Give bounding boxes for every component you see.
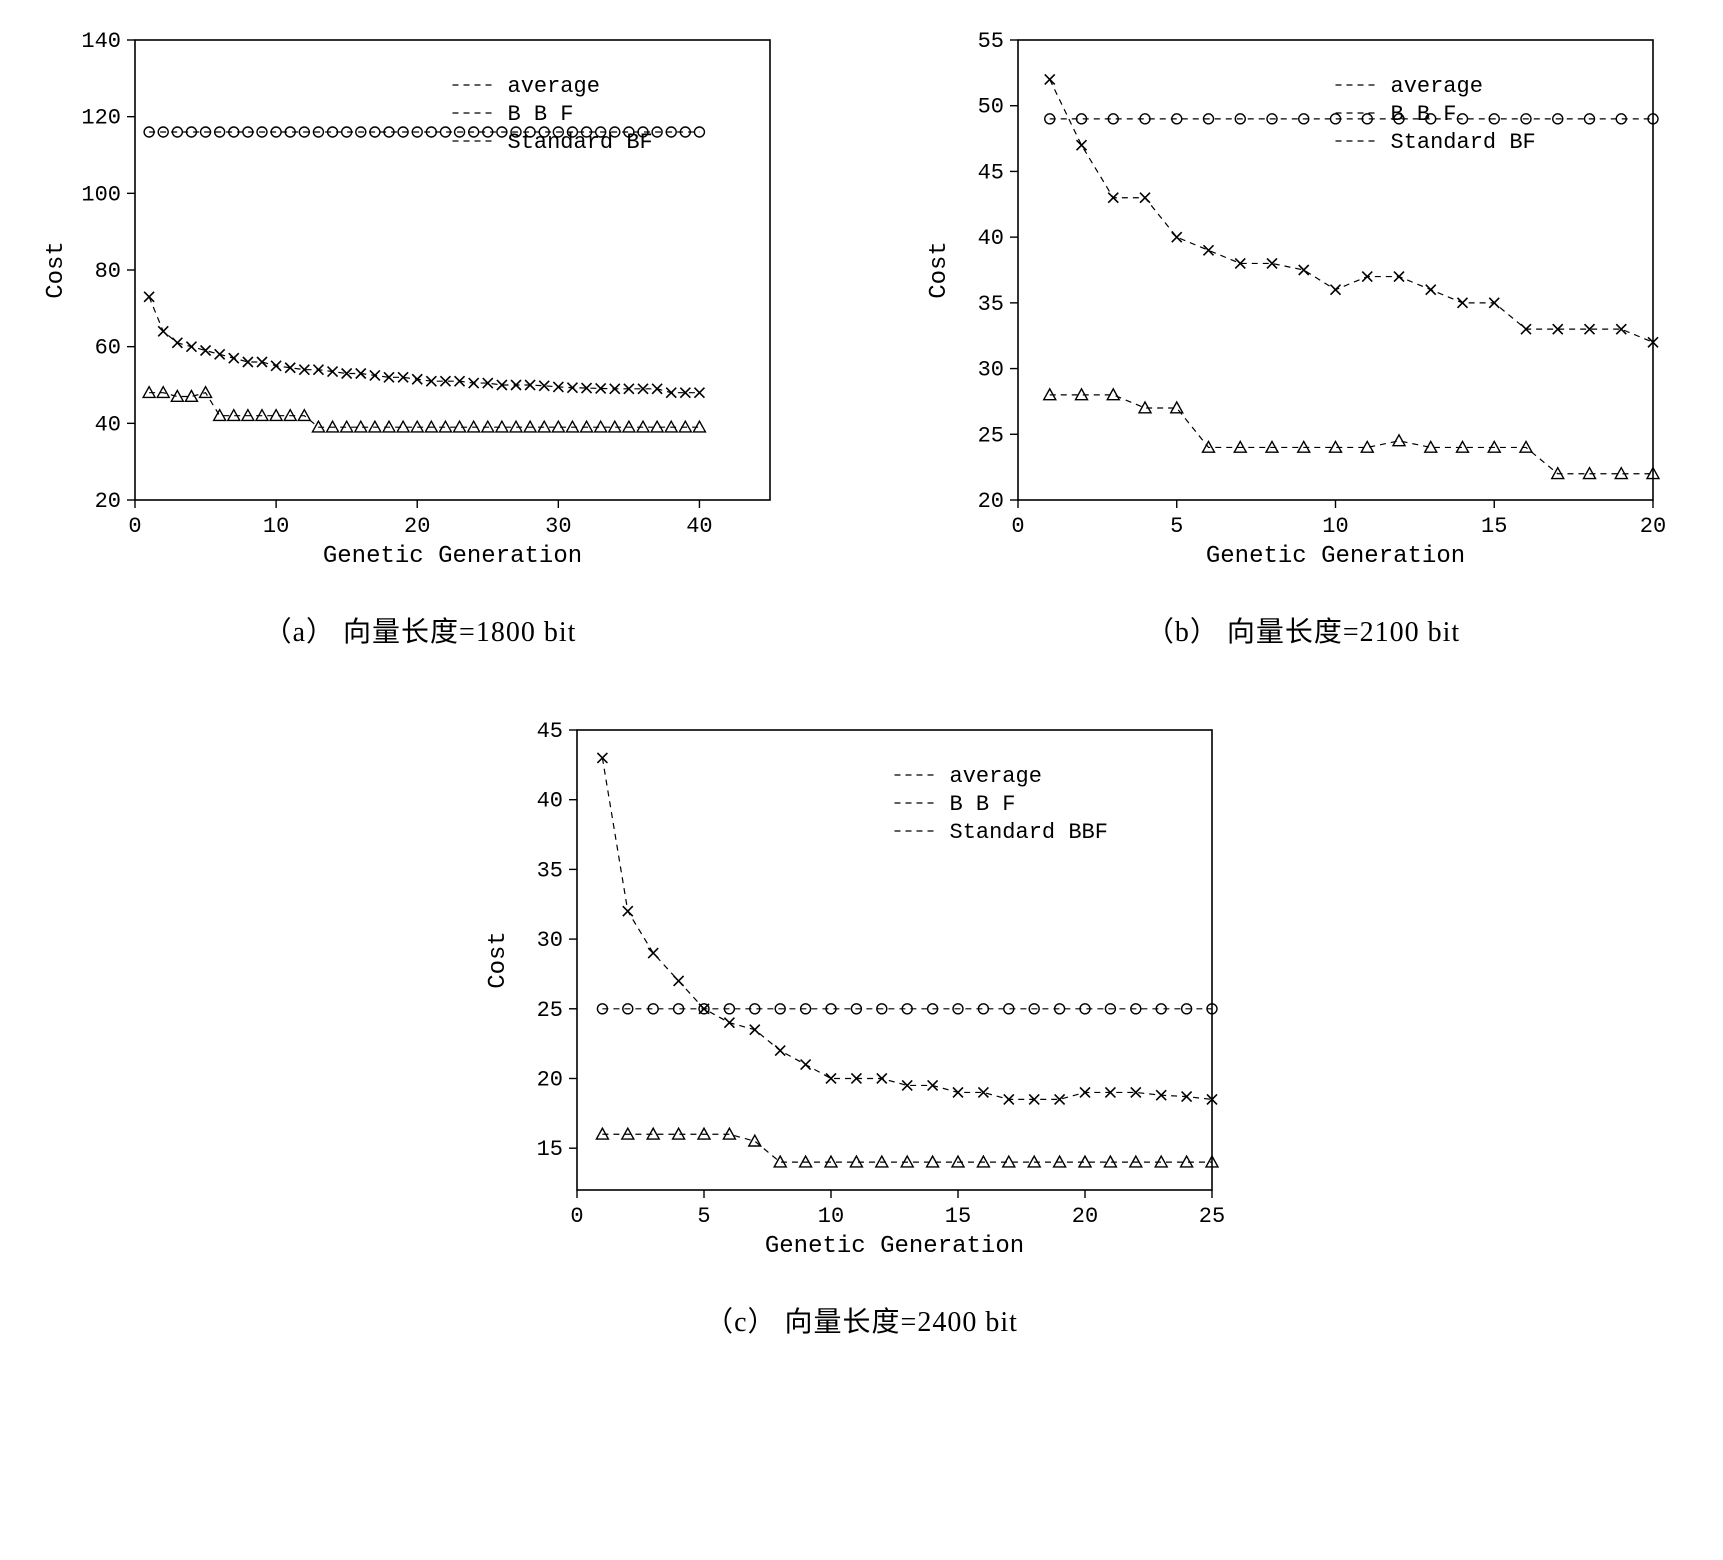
chart-b: 0 5 10 15 20 20 25 30 35 40 45 50 55 Genetic Generati…: [923, 20, 1683, 580]
series-line-average: [149, 297, 699, 393]
x-tick-label: 5: [697, 1204, 710, 1229]
x-axis-label: Genetic Generation: [1206, 543, 1465, 570]
chart-c-block: 0 5 10 15 20 25 15 20 25 30 35 40 45 Genetic Generati…: [482, 710, 1242, 1340]
y-tick-label: 35: [536, 858, 562, 883]
x-tick-label: 30: [545, 514, 571, 539]
y-tick-label: 55: [978, 29, 1004, 54]
x-tick-label: 10: [1322, 514, 1348, 539]
legend-label: Standard BBF: [949, 820, 1107, 845]
plot-frame: [135, 40, 770, 500]
page: 01020304020406080100120140Genetic Genera…: [0, 0, 1723, 1560]
x-tick-label: 40: [686, 514, 712, 539]
legend-label: B B F: [1391, 102, 1457, 127]
chart-a-block: 0 10 20 30 40 20 40 60 80 100 120 140 Genetic Genera…: [40, 20, 800, 650]
y-tick-label: 30: [978, 358, 1004, 383]
top-row: 01020304020406080100120140Genetic Genera…: [40, 20, 1683, 650]
series-line-B B F: [602, 1134, 1212, 1162]
x-tick-label: 20: [1071, 1204, 1097, 1229]
chart-c: 0 5 10 15 20 25 15 20 25 30 35 40 45 Genetic Generati…: [482, 710, 1242, 1270]
y-tick-label: 35: [978, 292, 1004, 317]
x-tick-label: 0: [1011, 514, 1024, 539]
x-tick-label: 10: [817, 1204, 843, 1229]
legend-label: B B F: [949, 792, 1015, 817]
y-tick-label: 20: [536, 1067, 562, 1092]
x-tick-label: 20: [404, 514, 430, 539]
y-tick-label: 25: [536, 998, 562, 1023]
series-line-B B F: [1050, 395, 1653, 474]
legend-label: average: [1391, 74, 1483, 99]
y-tick-label: 50: [978, 95, 1004, 120]
chart-a: 0 10 20 30 40 20 40 60 80 100 120 140 Genetic Genera…: [40, 20, 800, 580]
y-tick-label: 80: [95, 259, 121, 284]
series-line-B B F: [149, 393, 699, 428]
y-tick-label: 40: [95, 412, 121, 437]
chart-a-caption: （a） 向量长度=1800 bit: [264, 610, 577, 650]
chart-b-caption: （b） 向量长度=2100 bit: [1146, 610, 1460, 650]
legend-label: average: [508, 74, 600, 99]
y-tick-label: 30: [536, 928, 562, 953]
y-tick-label: 20: [978, 489, 1004, 514]
y-axis-label: Cost: [485, 931, 512, 989]
legend-label: Standard BF: [1391, 130, 1536, 155]
legend-label: B B F: [508, 102, 574, 127]
x-tick-label: 10: [263, 514, 289, 539]
y-tick-label: 120: [81, 106, 121, 131]
y-tick-label: 20: [95, 489, 121, 514]
y-axis-label: Cost: [43, 241, 70, 299]
legend-label: average: [949, 764, 1041, 789]
y-tick-label: 45: [536, 719, 562, 744]
bottom-row: 0 5 10 15 20 25 15 20 25 30 35 40 45 Genetic Generati…: [40, 710, 1683, 1340]
y-tick-label: 40: [536, 789, 562, 814]
x-tick-label: 15: [1481, 514, 1507, 539]
y-tick-label: 45: [978, 160, 1004, 185]
x-tick-label: 0: [570, 1204, 583, 1229]
chart-b-block: 0 5 10 15 20 20 25 30 35 40 45 50 55 Genetic Generati…: [923, 20, 1683, 650]
x-tick-label: 15: [944, 1204, 970, 1229]
x-axis-label: Genetic Generation: [323, 543, 582, 570]
y-tick-label: 60: [95, 336, 121, 361]
x-tick-label: 0: [128, 514, 141, 539]
x-tick-label: 25: [1198, 1204, 1224, 1229]
legend-label: Standard BF: [508, 130, 653, 155]
x-tick-label: 20: [1640, 514, 1666, 539]
x-axis-label: Genetic Generation: [764, 1233, 1023, 1260]
x-tick-label: 5: [1170, 514, 1183, 539]
y-tick-label: 100: [81, 182, 121, 207]
chart-c-caption: （c） 向量长度=2400 bit: [705, 1300, 1018, 1340]
series-line-average: [602, 758, 1212, 1100]
y-tick-label: 15: [536, 1137, 562, 1162]
y-tick-label: 140: [81, 29, 121, 54]
plot-frame: [1018, 40, 1653, 500]
y-tick-label: 40: [978, 226, 1004, 251]
y-tick-label: 25: [978, 423, 1004, 448]
y-axis-label: Cost: [926, 241, 953, 299]
plot-frame: [577, 730, 1212, 1190]
